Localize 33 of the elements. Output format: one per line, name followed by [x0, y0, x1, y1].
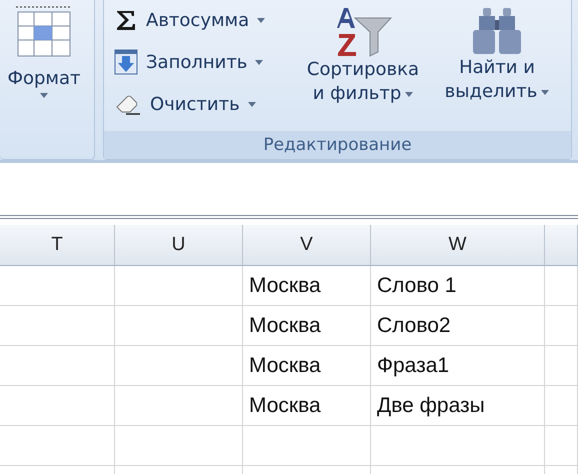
sigma-icon [114, 9, 138, 31]
ribbon-button[interactable]: Заполнить [114, 44, 292, 80]
eraser-icon [114, 93, 142, 115]
table-cell: Слово2 [371, 306, 545, 346]
ribbon-button[interactable]: Автосумма [114, 2, 292, 38]
table-cell [545, 306, 578, 346]
table-cell [545, 346, 578, 386]
ribbon-button[interactable]: Очистить [114, 86, 292, 122]
table-cell [545, 266, 578, 306]
ribbon-button[interactable]: Сортировка и фильтр [300, 2, 426, 106]
table-cell [545, 386, 578, 426]
table-cell: Москва [243, 266, 371, 306]
caret-icon [541, 90, 550, 94]
column-header[interactable]: U [115, 225, 243, 266]
caret-icon [257, 18, 266, 22]
caret-icon [248, 102, 256, 106]
caret-icon [255, 60, 264, 64]
column-header[interactable]: V [243, 225, 371, 266]
format-button[interactable]: Формат [7, 2, 81, 98]
table-cell: Фраза1 [371, 346, 545, 386]
column-header[interactable] [545, 225, 578, 266]
caret-icon [40, 93, 48, 98]
ribbon-button[interactable]: Найти и выделить [434, 2, 560, 104]
caret-icon [405, 92, 414, 96]
table-cell: Москва [243, 386, 371, 426]
table-cell: Две фразы [371, 386, 545, 426]
table-cell: Москва [243, 346, 371, 386]
column-header[interactable]: T [0, 225, 115, 266]
table-cell [545, 426, 578, 466]
table-cell: Слово 1 [371, 266, 545, 306]
column-header[interactable]: W [371, 225, 545, 266]
table-cell: Москва [243, 306, 371, 346]
group-label: Редактирование [104, 131, 571, 159]
